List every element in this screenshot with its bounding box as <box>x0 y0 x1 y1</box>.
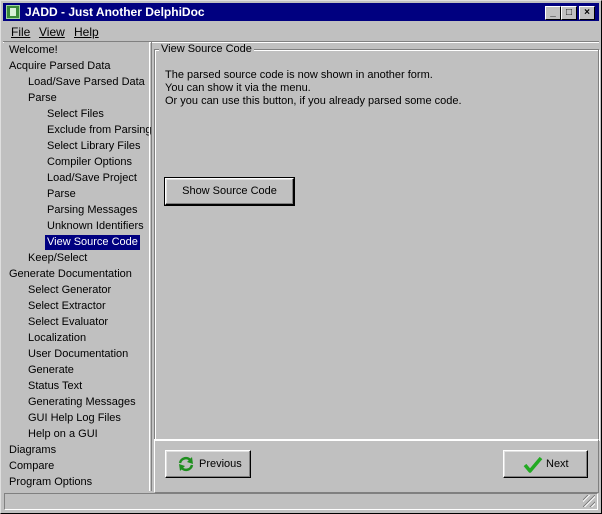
previous-button[interactable]: Previous <box>165 450 251 478</box>
tree-item[interactable]: Help on a GUI <box>26 427 100 442</box>
tree-item[interactable]: Select Generator <box>26 283 113 298</box>
navigation-tree[interactable]: Welcome! Acquire Parsed Data Load/Save Par… <box>4 42 152 491</box>
tree-item[interactable]: Select Extractor <box>26 299 108 314</box>
next-label: Next <box>546 458 569 470</box>
tree-item[interactable]: Keep/Select <box>26 251 89 266</box>
show-source-code-button[interactable]: Show Source Code <box>164 177 295 206</box>
main-window: JADD - Just Another DelphiDoc _ □ × File… <box>0 0 602 514</box>
info-line-1: The parsed source code is now shown in a… <box>165 69 433 81</box>
tree-item[interactable]: Generate Documentation <box>7 267 134 282</box>
tree-item[interactable]: Compare <box>7 459 56 474</box>
tree-item[interactable]: Status Text <box>26 379 84 394</box>
app-icon[interactable] <box>6 5 20 19</box>
minimize-icon: _ <box>550 7 556 18</box>
show-source-code-label: Show Source Code <box>182 185 277 197</box>
resize-grip-icon[interactable] <box>583 495 595 507</box>
maximize-icon: □ <box>565 7 573 18</box>
info-line-3: Or you can use this button, if you alrea… <box>165 95 462 107</box>
tree-item[interactable]: Parse <box>26 91 59 106</box>
tree-item[interactable]: Generating Messages <box>26 395 138 410</box>
tree-item[interactable]: Load/Save Parsed Data <box>26 75 147 90</box>
tree-item[interactable]: Load/Save Project <box>45 171 139 186</box>
page-groupbox <box>154 49 599 440</box>
tree-item[interactable]: Compiler Options <box>45 155 134 170</box>
tree-item[interactable]: Exclude from Parsing <box>45 123 154 138</box>
menu-file[interactable]: File <box>11 25 30 39</box>
menu-view[interactable]: View <box>39 25 65 39</box>
maximize-button[interactable]: □ <box>561 6 577 20</box>
previous-label: Previous <box>199 458 242 470</box>
tree-item[interactable]: Parsing Messages <box>45 203 140 218</box>
tree-item[interactable]: GUI Help Log Files <box>26 411 123 426</box>
tree-item[interactable]: Parse <box>45 187 78 202</box>
refresh-arrows-icon <box>178 456 194 472</box>
title-bar[interactable]: JADD - Just Another DelphiDoc _ □ × <box>3 3 599 21</box>
status-bar <box>4 493 598 510</box>
tree-item[interactable]: Generate <box>26 363 76 378</box>
checkmark-icon <box>523 456 543 473</box>
tree-item[interactable]: Select Files <box>45 107 106 122</box>
tree-item[interactable]: Select Library Files <box>45 139 143 154</box>
tree-item[interactable]: Unknown Identifiers <box>45 219 146 234</box>
tree-item[interactable]: Diagrams <box>7 443 58 458</box>
tree-item[interactable]: Welcome! <box>7 43 60 58</box>
info-line-2: You can show it via the menu. <box>165 82 311 94</box>
window-title: JADD - Just Another DelphiDoc <box>25 5 205 19</box>
page-title: View Source Code <box>159 43 254 55</box>
close-button[interactable]: × <box>579 6 595 20</box>
tree-item[interactable]: View Source Code <box>45 235 140 250</box>
tree-item[interactable]: User Documentation <box>26 347 130 362</box>
splitter[interactable] <box>149 42 152 491</box>
next-button[interactable]: Next <box>503 450 588 478</box>
menu-help[interactable]: Help <box>74 25 99 39</box>
tree-item[interactable]: Select Evaluator <box>26 315 110 330</box>
menu-bar: File View Help <box>3 22 599 41</box>
tree-item[interactable]: Acquire Parsed Data <box>7 59 113 74</box>
tree-item[interactable]: Localization <box>26 331 88 346</box>
tree-item[interactable]: Program Options <box>7 475 94 490</box>
close-icon: × <box>584 7 590 18</box>
minimize-button[interactable]: _ <box>545 6 561 20</box>
